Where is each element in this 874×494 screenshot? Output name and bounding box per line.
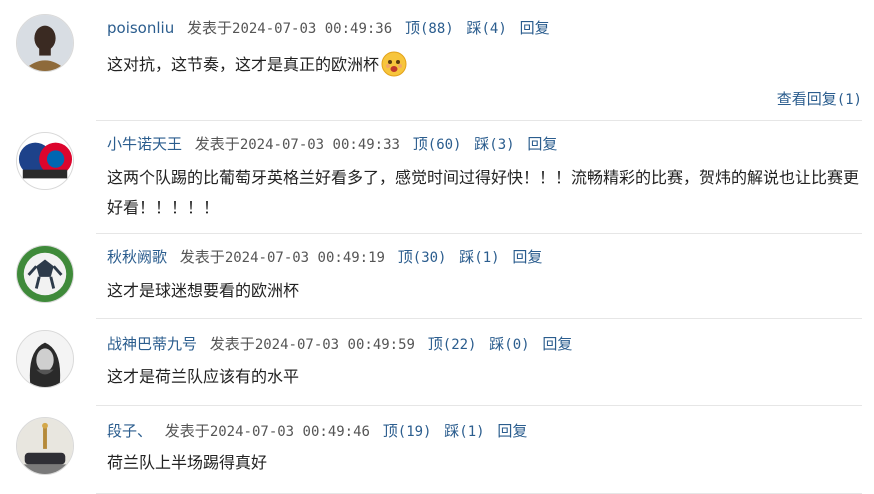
reply-link[interactable]: 回复 bbox=[512, 248, 542, 266]
upvote-link[interactable]: 顶(30) bbox=[398, 248, 447, 266]
comment-list: poisonliu 发表于2024-07-03 00:49:36 顶(88) 踩… bbox=[0, 0, 874, 494]
username-link[interactable]: 秋秋阙歌 bbox=[107, 248, 167, 266]
downvote-link[interactable]: 踩(0) bbox=[489, 335, 529, 353]
post-time: 2024-07-03 00:49:36 bbox=[232, 21, 393, 37]
comment-item: 段子、 发表于2024-07-03 00:49:46 顶(19) 踩(1) 回复… bbox=[0, 406, 874, 494]
downvote-link[interactable]: 踩(3) bbox=[474, 135, 514, 153]
avatar[interactable] bbox=[16, 417, 74, 475]
comment-text: 这才是球迷想要看的欧洲杯 bbox=[107, 281, 300, 300]
posted-label: 发表于 bbox=[209, 335, 255, 353]
upvote-link[interactable]: 顶(22) bbox=[428, 335, 477, 353]
downvote-link[interactable]: 踩(1) bbox=[444, 422, 484, 440]
avatar[interactable] bbox=[16, 132, 74, 190]
reply-link[interactable]: 回复 bbox=[520, 19, 550, 37]
comment-text: 荷兰队上半场踢得真好 bbox=[107, 453, 268, 472]
reply-link[interactable]: 回复 bbox=[497, 422, 527, 440]
comment-item: poisonliu 发表于2024-07-03 00:49:36 顶(88) 踩… bbox=[0, 0, 874, 121]
downvote-link[interactable]: 踩(4) bbox=[466, 19, 506, 37]
username-link[interactable]: poisonliu bbox=[107, 19, 174, 37]
comment-item: 战神巴蒂九号 发表于2024-07-03 00:49:59 顶(22) 踩(0)… bbox=[0, 319, 874, 406]
face-emoji-icon bbox=[381, 51, 407, 77]
upvote-link[interactable]: 顶(60) bbox=[413, 135, 462, 153]
view-replies-link[interactable]: 查看回复(1) bbox=[777, 88, 862, 109]
upvote-link[interactable]: 顶(88) bbox=[405, 19, 454, 37]
comment-text: 这才是荷兰队应该有的水平 bbox=[107, 367, 300, 386]
posted-label: 发表于 bbox=[179, 248, 225, 266]
username-link[interactable]: 段子、 bbox=[107, 422, 152, 440]
post-time: 2024-07-03 00:49:59 bbox=[254, 337, 415, 353]
reply-link[interactable]: 回复 bbox=[527, 135, 557, 153]
upvote-link[interactable]: 顶(19) bbox=[383, 422, 432, 440]
avatar[interactable] bbox=[16, 245, 74, 303]
comment-item: 小牛诺天王 发表于2024-07-03 00:49:33 顶(60) 踩(3) … bbox=[0, 121, 874, 234]
post-time: 2024-07-03 00:49:19 bbox=[224, 250, 385, 266]
downvote-link[interactable]: 踩(1) bbox=[459, 248, 499, 266]
username-link[interactable]: 战神巴蒂九号 bbox=[107, 335, 197, 353]
comment-text: 这对抗，这节奏，这才是真正的欧洲杯 bbox=[107, 50, 862, 80]
post-time: 2024-07-03 00:49:46 bbox=[209, 424, 370, 440]
reply-link[interactable]: 回复 bbox=[542, 335, 572, 353]
posted-label: 发表于 bbox=[164, 422, 210, 440]
avatar[interactable] bbox=[16, 14, 74, 72]
username-link[interactable]: 小牛诺天王 bbox=[107, 135, 182, 153]
posted-label: 发表于 bbox=[194, 135, 240, 153]
comment-item: 秋秋阙歌 发表于2024-07-03 00:49:19 顶(30) 踩(1) 回… bbox=[0, 234, 874, 319]
comment-text: 这两个队踢的比葡萄牙英格兰好看多了，感觉时间过得好快！！！流畅精彩的比赛，贺炜的… bbox=[107, 168, 860, 217]
post-time: 2024-07-03 00:49:33 bbox=[239, 137, 400, 153]
posted-label: 发表于 bbox=[187, 19, 233, 37]
avatar[interactable] bbox=[16, 330, 74, 388]
